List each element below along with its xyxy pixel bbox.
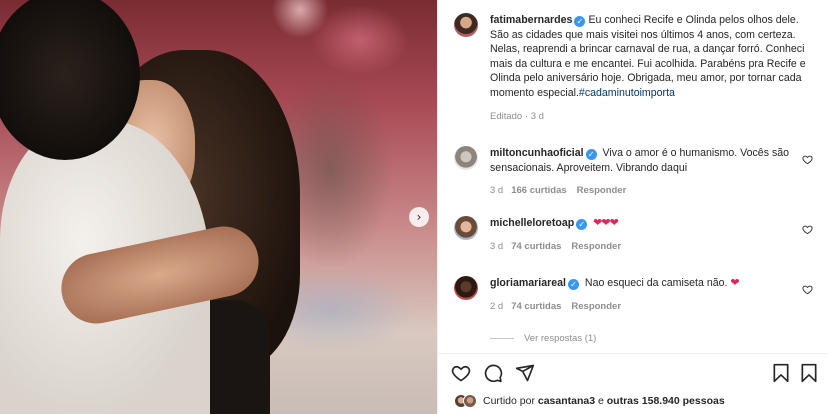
chevron-right-icon: ›	[416, 210, 422, 224]
comment-text: Nao esqueci da camiseta não.	[584, 277, 728, 289]
post-photo[interactable]: ›	[0, 0, 437, 414]
comment-username[interactable]: miltoncunhaoficial	[490, 147, 584, 159]
reply-button[interactable]: Responder	[577, 185, 627, 196]
comment-avatar[interactable]	[454, 216, 478, 240]
reply-button[interactable]: Responder	[571, 301, 621, 312]
comment-username[interactable]: michelleloretoap	[490, 217, 574, 229]
instagram-post: › fatimabernardes ✓ Eu conheci Recife e Ol…	[0, 0, 828, 414]
heart-emoji-icon: ❤❤❤	[593, 216, 619, 229]
action-bar	[438, 353, 828, 393]
comment-time[interactable]: 3 d	[490, 185, 503, 196]
comment-avatar[interactable]	[454, 146, 478, 170]
post-side-panel: fatimabernardes ✓ Eu conheci Recife e Olin…	[437, 0, 828, 414]
comment: gloriamariareal ✓ Nao esqueci da camiseta…	[454, 276, 816, 314]
verified-badge-icon: ✓	[576, 219, 588, 230]
comment-time[interactable]: 3 d	[490, 241, 503, 252]
bookmark-icon[interactable]	[771, 363, 791, 383]
comment-username[interactable]: gloriamariareal	[490, 277, 566, 289]
comment-avatar[interactable]	[454, 276, 478, 300]
comment-likes[interactable]: 166 curtidas	[511, 185, 566, 196]
verified-badge-icon: ✓	[574, 16, 586, 27]
reply-button[interactable]: Responder	[571, 241, 621, 252]
liked-by-others[interactable]: outras 158.940 pessoas	[607, 395, 725, 407]
share-icon[interactable]	[515, 363, 535, 383]
liked-by-user[interactable]: casantana3	[538, 395, 595, 407]
comment-like-heart-icon[interactable]	[802, 224, 813, 235]
caption-hashtag[interactable]: #cadaminutoimporta	[579, 87, 675, 99]
caption-meta: Editado · 3 d	[490, 111, 544, 122]
heart-emoji-icon: ❤	[730, 276, 739, 289]
comment-like-heart-icon[interactable]	[802, 154, 813, 165]
comment: miltoncunhaoficial ✓ Viva o amor é o huma…	[454, 146, 816, 199]
verified-badge-icon: ✓	[585, 149, 597, 160]
heart-icon[interactable]	[451, 363, 471, 383]
comment-like-heart-icon[interactable]	[802, 284, 813, 295]
more-icon[interactable]	[799, 363, 819, 383]
carousel-next-button[interactable]: ›	[409, 207, 429, 227]
liked-by: Curtido por casantana3 e outras 158.940 …	[454, 394, 725, 408]
comment-likes[interactable]: 74 curtidas	[511, 301, 561, 312]
comment-time[interactable]: 2 d	[490, 301, 503, 312]
liker-avatar	[463, 394, 477, 408]
author-avatar[interactable]	[454, 13, 478, 37]
caption-time[interactable]: 3 d	[531, 111, 544, 122]
view-replies-button[interactable]: Ver respostas (1)	[490, 333, 596, 344]
comment-likes[interactable]: 74 curtidas	[511, 241, 561, 252]
replies-divider	[490, 338, 514, 339]
verified-badge-icon: ✓	[567, 279, 579, 290]
comment-icon[interactable]	[483, 363, 503, 383]
author-username[interactable]: fatimabernardes	[490, 14, 572, 26]
caption: fatimabernardes ✓ Eu conheci Recife e Olin…	[454, 13, 816, 125]
comment: michelleloretoap ✓ ❤❤❤ 3 d 74 curtidas Resp…	[454, 216, 816, 254]
liked-by-middle: e	[598, 395, 604, 407]
edited-label: Editado	[490, 111, 523, 122]
liked-by-prefix: Curtido por	[483, 395, 535, 407]
